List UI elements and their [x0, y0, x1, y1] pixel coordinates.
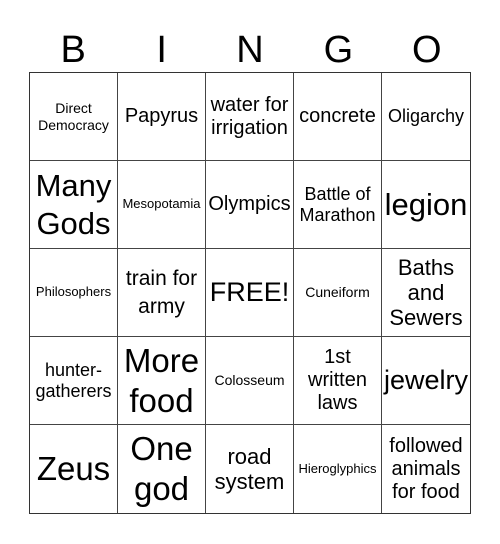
header-letter-o: O	[412, 29, 442, 71]
header-letter-n: N	[236, 29, 264, 71]
header-letter-g: G	[323, 29, 354, 71]
bingo-grid: Direct Democracy Papyrus water for irrig…	[29, 72, 471, 514]
bingo-cell[interactable]: legion	[382, 161, 470, 249]
bingo-cell[interactable]: Hieroglyphics	[294, 425, 382, 513]
bingo-cell[interactable]: Colosseum	[206, 337, 294, 425]
bingo-cell[interactable]: Olympics	[206, 161, 294, 249]
bingo-cell[interactable]: Cuneiform	[294, 249, 382, 337]
header-letter-b: B	[60, 29, 86, 71]
bingo-cell[interactable]: hunter-gatherers	[30, 337, 118, 425]
bingo-cell[interactable]: Many Gods	[30, 161, 118, 249]
bingo-cell[interactable]: Mesopotamia	[118, 161, 206, 249]
bingo-cell[interactable]: One god	[118, 425, 206, 513]
bingo-cell[interactable]: 1st written laws	[294, 337, 382, 425]
bingo-cell[interactable]: Zeus	[30, 425, 118, 513]
bingo-cell[interactable]: road system	[206, 425, 294, 513]
bingo-cell[interactable]: concrete	[294, 73, 382, 161]
bingo-cell[interactable]: followed animals for food	[382, 425, 470, 513]
bingo-cell[interactable]: jewelry	[382, 337, 470, 425]
free-space[interactable]: FREE!	[206, 249, 294, 337]
bingo-cell[interactable]: Oligarchy	[382, 73, 470, 161]
bingo-cell[interactable]: Battle of Marathon	[294, 161, 382, 249]
bingo-cell[interactable]: train for army	[118, 249, 206, 337]
bingo-cell[interactable]: Direct Democracy	[30, 73, 118, 161]
bingo-cell[interactable]: water for irrigation	[206, 73, 294, 161]
header-letter-i: I	[156, 29, 167, 71]
bingo-header: B I N G O	[29, 28, 471, 72]
bingo-cell[interactable]: Papyrus	[118, 73, 206, 161]
bingo-cell[interactable]: More food	[118, 337, 206, 425]
bingo-cell[interactable]: Baths and Sewers	[382, 249, 470, 337]
bingo-cell[interactable]: Philosophers	[30, 249, 118, 337]
